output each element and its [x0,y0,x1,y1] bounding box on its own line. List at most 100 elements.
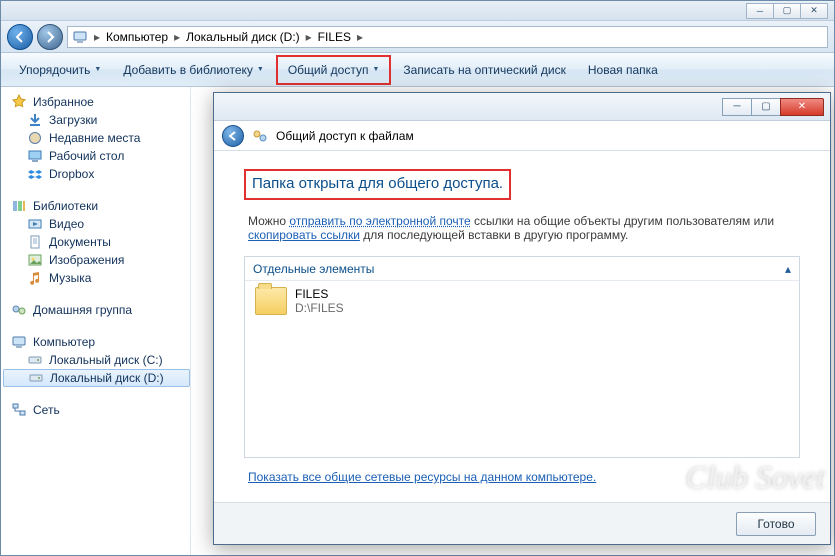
tree-libraries[interactable]: Библиотеки [3,197,190,215]
tree-label: Домашняя группа [33,303,132,317]
tree-item-desktop[interactable]: Рабочий стол [3,147,190,165]
tree-label: Локальный диск (D:) [50,371,164,385]
tree-label: Локальный диск (C:) [49,353,163,367]
tree-label: Рабочий стол [49,149,124,163]
chevron-down-icon: ▼ [372,66,379,73]
shared-item-meta: FILES D:\FILES [295,287,344,315]
dialog-minimize-button[interactable]: ─ [722,98,752,116]
para-text: Можно [248,214,289,228]
chevron-right-icon[interactable]: ▸ [90,30,104,44]
items-group-body: FILES D:\FILES [245,281,799,457]
para-text: ссылки на общие объекты другим пользоват… [471,214,774,228]
tree-item-disk-c[interactable]: Локальный диск (C:) [3,351,190,369]
star-icon [11,94,27,110]
homegroup-icon [11,302,27,318]
tree-item-pictures[interactable]: Изображения [3,251,190,269]
dialog-footer: Готово [214,502,830,544]
tree-homegroup[interactable]: Домашняя группа [3,301,190,319]
tree-label: Музыка [49,271,91,285]
tree-label: Документы [49,235,111,249]
add-to-library-button[interactable]: Добавить в библиотеку ▼ [113,55,273,85]
chevron-right-icon[interactable]: ▸ [353,30,367,44]
close-button[interactable]: ✕ [800,3,828,19]
share-dialog: ─ ▢ ✕ Общий доступ к файлам Папка открыт… [213,92,831,545]
tree-label: Избранное [33,95,94,109]
burn-label: Записать на оптический диск [403,63,566,77]
folder-icon [255,287,287,315]
tree-group-computer: Компьютер Локальный диск (C:) Локальный … [3,333,190,387]
tree-item-music[interactable]: Музыка [3,269,190,287]
show-network-shares-link[interactable]: Показать все общие сетевые ресурсы на да… [248,470,596,484]
breadcrumb[interactable]: ▸ Компьютер ▸ Локальный диск (D:) ▸ FILE… [67,26,828,48]
tree-item-video[interactable]: Видео [3,215,190,233]
new-folder-label: Новая папка [588,63,658,77]
items-group-label: Отдельные элементы [253,262,374,276]
done-button[interactable]: Готово [736,512,816,536]
computer-icon [11,334,27,350]
network-icon [11,402,27,418]
shared-item-name: FILES [295,287,344,301]
copy-links-link[interactable]: скопировать ссылки [248,228,360,242]
new-folder-button[interactable]: Новая папка [578,55,668,85]
video-icon [27,216,43,232]
done-label: Готово [757,517,794,531]
tree-network[interactable]: Сеть [3,401,190,419]
dialog-back-button[interactable] [222,125,244,147]
tree-item-dropbox[interactable]: Dropbox [3,165,190,183]
tree-item-documents[interactable]: Документы [3,233,190,251]
breadcrumb-item-computer[interactable]: Компьютер [106,30,168,44]
burn-button[interactable]: Записать на оптический диск [393,55,576,85]
minimize-button[interactable]: ─ [746,3,774,19]
chevron-up-icon: ▴ [785,262,791,276]
forward-button[interactable] [37,24,63,50]
nav-tree: Избранное Загрузки Недавние места Рабочи… [1,87,191,555]
chevron-down-icon: ▼ [94,66,101,73]
items-group-header[interactable]: Отдельные элементы ▴ [245,257,799,281]
dialog-header: Общий доступ к файлам [214,121,830,151]
tree-item-recent[interactable]: Недавние места [3,129,190,147]
computer-icon [72,29,88,45]
add-to-library-label: Добавить в библиотеку [123,63,253,77]
tree-label: Изображения [49,253,124,267]
back-button[interactable] [7,24,33,50]
dialog-close-button[interactable]: ✕ [780,98,824,116]
dialog-window-controls: ─ ▢ ✕ [723,98,824,116]
tree-item-downloads[interactable]: Загрузки [3,111,190,129]
shared-item-row[interactable]: FILES D:\FILES [255,287,789,315]
recent-icon [27,130,43,146]
organize-button[interactable]: Упорядочить ▼ [9,55,111,85]
toolbar: Упорядочить ▼ Добавить в библиотеку ▼ Общи… [1,53,834,87]
dialog-body: Папка открыта для общего доступа. Можно … [214,151,830,502]
tree-group-libraries: Библиотеки Видео Документы Изображения М… [3,197,190,287]
document-icon [27,234,43,250]
share-icon [252,128,268,144]
tree-label: Библиотеки [33,199,98,213]
tree-label: Dropbox [49,167,94,181]
share-label: Общий доступ [288,63,369,77]
tree-item-disk-d[interactable]: Локальный диск (D:) [3,369,190,387]
tree-group-network: Сеть [3,401,190,419]
tree-label: Недавние места [49,131,140,145]
breadcrumb-item-files[interactable]: FILES [318,30,351,44]
para-text: для последующей вставки в другую програм… [360,228,628,242]
music-icon [27,270,43,286]
desktop-icon [27,148,43,164]
pictures-icon [27,252,43,268]
dialog-maximize-button[interactable]: ▢ [751,98,781,116]
breadcrumb-item-disk-d[interactable]: Локальный диск (D:) [186,30,300,44]
tree-group-favorites: Избранное Загрузки Недавние места Рабочи… [3,93,190,183]
dialog-paragraph: Можно отправить по электронной почте ссы… [248,214,800,242]
explorer-titlebar: ─ ▢ ✕ [1,1,834,21]
organize-label: Упорядочить [19,63,90,77]
disk-icon [27,352,43,368]
tree-label: Компьютер [33,335,95,349]
email-link[interactable]: отправить по электронной почте [289,214,470,228]
window-controls: ─ ▢ ✕ [747,3,828,19]
maximize-button[interactable]: ▢ [773,3,801,19]
tree-favorites[interactable]: Избранное [3,93,190,111]
tree-computer[interactable]: Компьютер [3,333,190,351]
chevron-right-icon[interactable]: ▸ [302,30,316,44]
chevron-down-icon: ▼ [257,66,264,73]
share-button[interactable]: Общий доступ▼ [276,55,392,85]
chevron-right-icon[interactable]: ▸ [170,30,184,44]
